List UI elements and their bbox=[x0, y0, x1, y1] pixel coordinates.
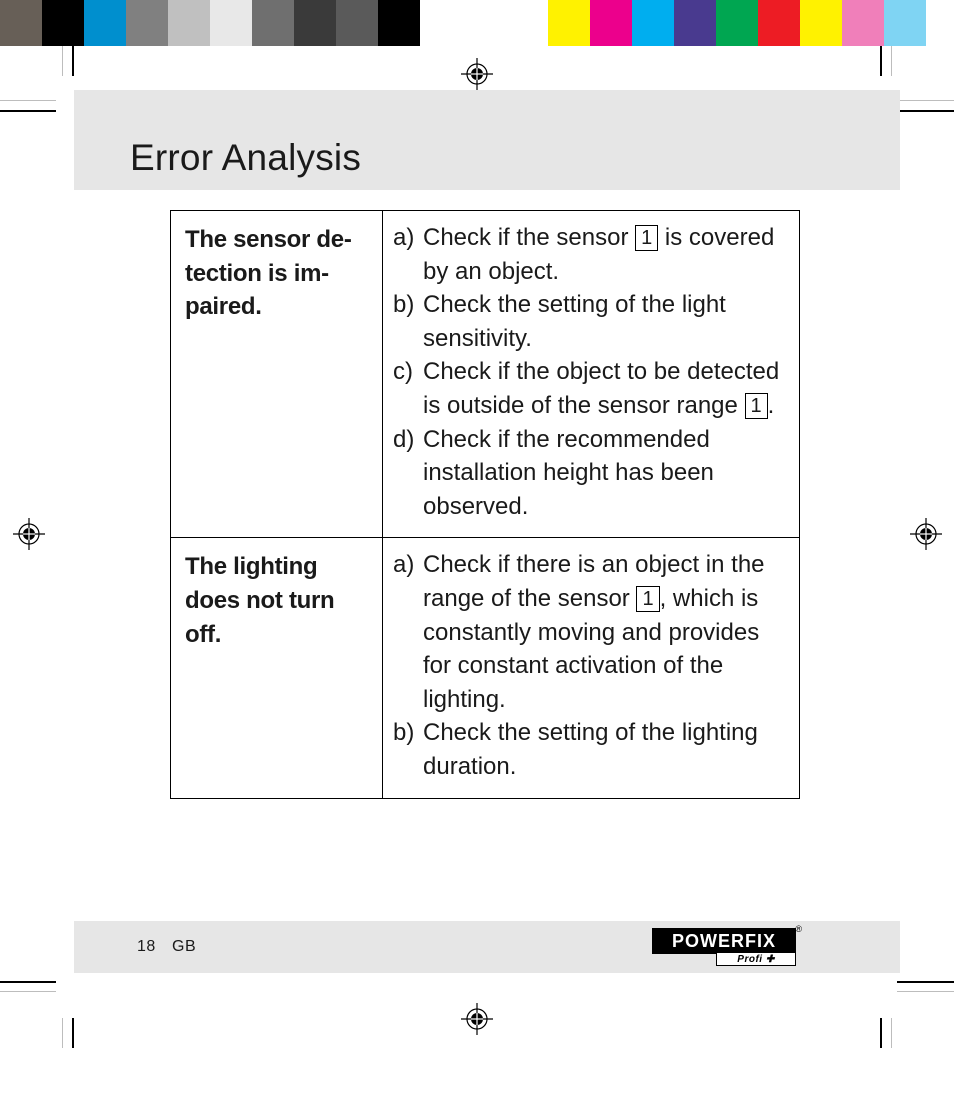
item-letter: b) bbox=[393, 716, 414, 750]
solution-item: a) Check if there is an object in the ran… bbox=[393, 548, 785, 716]
color-swatch bbox=[716, 0, 758, 46]
registration-mark-bottom bbox=[461, 1003, 493, 1035]
solution-item: c) Check if the object to be de­tected is… bbox=[393, 355, 785, 422]
solution-item: d) Check if the recommended installation … bbox=[393, 423, 785, 524]
color-swatch bbox=[462, 0, 548, 46]
item-text: Check if there is an object in the range… bbox=[423, 551, 765, 712]
brand-name: POWERFIX bbox=[652, 928, 796, 954]
guide-line bbox=[891, 1018, 892, 1048]
registration-mark-left bbox=[13, 518, 45, 550]
guide-line bbox=[897, 991, 954, 992]
color-swatch bbox=[84, 0, 126, 46]
crop-mark bbox=[880, 1018, 882, 1048]
crop-mark bbox=[897, 981, 954, 983]
color-swatch bbox=[632, 0, 674, 46]
brand-subline: Profi ✚ bbox=[716, 952, 796, 966]
item-letter: c) bbox=[393, 355, 413, 389]
color-swatch bbox=[336, 0, 378, 46]
color-swatch bbox=[548, 0, 590, 46]
guide-line bbox=[62, 1018, 63, 1048]
color-swatch bbox=[294, 0, 336, 46]
item-letter: d) bbox=[393, 423, 414, 457]
print-color-bar bbox=[0, 0, 954, 46]
guide-line bbox=[891, 46, 892, 76]
item-text: Check the setting of the light sensitivi… bbox=[423, 291, 726, 352]
guide-line bbox=[0, 991, 56, 992]
color-swatch bbox=[758, 0, 800, 46]
item-letter: a) bbox=[393, 221, 414, 255]
guide-line bbox=[897, 100, 954, 101]
solution-item: b) Check the setting of the light­ing dur… bbox=[393, 716, 785, 783]
region-code: GB bbox=[172, 938, 196, 956]
item-text: Check if the object to be de­tected is o… bbox=[423, 358, 779, 419]
guide-line bbox=[0, 100, 56, 101]
reference-icon: 1 bbox=[635, 225, 658, 251]
reference-icon: 1 bbox=[745, 393, 768, 419]
color-swatch bbox=[420, 0, 462, 46]
color-swatch bbox=[842, 0, 884, 46]
color-swatch bbox=[42, 0, 84, 46]
item-text: Check if the recommended installation he… bbox=[423, 426, 714, 520]
issue-cell: The sensor de­tection is im­paired. bbox=[171, 211, 383, 538]
item-letter: a) bbox=[393, 548, 414, 582]
crop-mark bbox=[897, 110, 954, 112]
color-swatch bbox=[210, 0, 252, 46]
guide-line bbox=[62, 46, 63, 76]
page-number: 18 bbox=[137, 938, 156, 956]
color-swatch bbox=[674, 0, 716, 46]
color-swatch bbox=[0, 0, 42, 46]
crop-mark bbox=[0, 110, 56, 112]
table-row: The lighting does not turn off. a) Check i… bbox=[171, 538, 800, 798]
registration-mark-right bbox=[910, 518, 942, 550]
section-heading: Error Analysis bbox=[130, 137, 361, 179]
brand-logo: POWERFIX Profi ✚ bbox=[652, 928, 796, 966]
color-swatch bbox=[378, 0, 420, 46]
registration-mark-top bbox=[461, 58, 493, 90]
color-swatch bbox=[800, 0, 842, 46]
crop-mark bbox=[72, 1018, 74, 1048]
item-text: Check the setting of the light­ing durat… bbox=[423, 719, 758, 780]
troubleshooting-table: The sensor de­tection is im­paired. a) Che… bbox=[170, 210, 800, 799]
issue-cell: The lighting does not turn off. bbox=[171, 538, 383, 798]
color-swatch bbox=[590, 0, 632, 46]
table-row: The sensor de­tection is im­paired. a) Che… bbox=[171, 211, 800, 538]
crop-mark bbox=[72, 46, 74, 76]
color-swatch bbox=[126, 0, 168, 46]
solution-item: b) Check the setting of the light sensiti… bbox=[393, 288, 785, 355]
reference-icon: 1 bbox=[636, 586, 659, 612]
crop-mark bbox=[880, 46, 882, 76]
crop-mark bbox=[0, 981, 56, 983]
item-text: Check if the sensor 1 is covered by an o… bbox=[423, 224, 774, 285]
color-swatch bbox=[168, 0, 210, 46]
color-swatch bbox=[252, 0, 294, 46]
solution-cell: a) Check if there is an object in the ran… bbox=[383, 538, 800, 798]
solution-item: a) Check if the sensor 1 is covered by an… bbox=[393, 221, 785, 288]
color-swatch bbox=[926, 0, 954, 46]
solution-cell: a) Check if the sensor 1 is covered by an… bbox=[383, 211, 800, 538]
trademark-symbol: ® bbox=[795, 924, 802, 934]
item-letter: b) bbox=[393, 288, 414, 322]
color-swatch bbox=[884, 0, 926, 46]
